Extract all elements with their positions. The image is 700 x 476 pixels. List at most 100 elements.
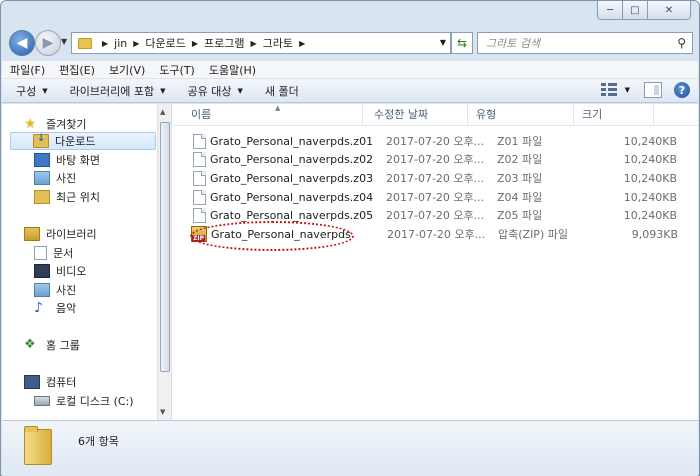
menu-edit[interactable]: 편집(E) (59, 62, 95, 78)
help-icon[interactable]: ? (674, 82, 690, 98)
sidebar-item-label: 사진 (56, 172, 77, 185)
include-in-library-button[interactable]: 라이브러리에 포함 ▼ (70, 83, 166, 99)
table-row[interactable]: Grato_Personal_naverpds.z02 2017-07-20 오… (173, 150, 698, 168)
minimize-button[interactable]: ─ (597, 1, 623, 20)
breadcrumb-item[interactable]: 프로그램 (204, 35, 244, 51)
search-input[interactable]: 그라토 검색 ⚲ (477, 32, 693, 54)
sidebar-item-recent-places[interactable]: 최근 위치 (34, 188, 100, 206)
view-options-dropdown-icon[interactable]: ▼ (625, 86, 630, 94)
column-header-label: 유형 (476, 108, 497, 121)
file-size: 10,240KB (623, 208, 677, 222)
table-row[interactable]: Grato_Personal_naverpds.z03 2017-07-20 오… (173, 169, 698, 187)
forward-button[interactable]: ▶ (35, 30, 61, 56)
chevron-right-icon[interactable]: ▶ (133, 39, 139, 48)
sidebar-item-documents[interactable]: 문서 (34, 244, 73, 262)
breadcrumb-item[interactable]: jin (114, 37, 127, 50)
sidebar-item-label: 바탕 화면 (56, 154, 100, 167)
folder-icon (24, 426, 52, 465)
back-button[interactable]: ◀ (9, 30, 35, 56)
sidebar-item-homegroup[interactable]: ❖ 홈 그룹 (24, 336, 80, 354)
share-with-label: 공유 대상 (187, 84, 232, 98)
scroll-up-icon[interactable]: ▲ (160, 108, 165, 116)
column-header-modified[interactable]: 수정한 날짜 (363, 104, 468, 126)
sidebar-item-computer[interactable]: 컴퓨터 (24, 373, 76, 391)
sidebar-item-libraries[interactable]: 라이브러리 (24, 225, 97, 243)
organize-button[interactable]: 구성 ▼ (16, 83, 48, 99)
refresh-button[interactable]: ⇆ (451, 32, 473, 54)
menu-file[interactable]: 파일(F) (10, 62, 45, 78)
menu-bar: 파일(F) 편집(E) 보기(V) 도구(T) 도움말(H) (2, 61, 698, 79)
details-pane: 6개 항목 (2, 420, 698, 476)
chevron-right-icon[interactable]: ▶ (102, 39, 108, 48)
menu-view[interactable]: 보기(V) (109, 62, 145, 78)
recent-pages-dropdown[interactable]: ▼ (61, 37, 67, 46)
menu-tools[interactable]: 도구(T) (159, 62, 195, 78)
sidebar-item-label: 컴퓨터 (46, 376, 77, 389)
file-modified: 2017-07-20 오후... (387, 228, 486, 241)
sidebar-item-desktop[interactable]: 바탕 화면 (34, 151, 100, 169)
highlight-annotation (190, 221, 354, 251)
breadcrumb-item[interactable]: 그라토 (263, 35, 293, 51)
share-with-button[interactable]: 공유 대상 ▼ (188, 83, 243, 99)
close-button[interactable]: ✕ (648, 1, 691, 20)
new-folder-label: 새 폴더 (264, 84, 299, 98)
computer-icon (24, 375, 40, 389)
search-placeholder: 그라토 검색 (486, 37, 541, 50)
column-headers: ▲ 이름 수정한 날짜 유형 크기 (173, 104, 698, 126)
item-count: 6개 항목 (78, 435, 119, 448)
navigation-pane-scrollbar[interactable]: ▲ ▼ (157, 104, 171, 420)
sidebar-item-label: 로컬 디스크 (C:) (56, 395, 134, 408)
sidebar-item-local-disk[interactable]: 로컬 디스크 (C:) (34, 392, 134, 410)
organize-label: 구성 (16, 84, 37, 98)
column-header-name[interactable]: ▲ 이름 (173, 104, 363, 126)
breadcrumb: ▶ jin ▶ 다운로드 ▶ 프로그램 ▶ 그라토 ▶ (96, 35, 311, 51)
details-view-icon[interactable] (600, 83, 619, 97)
search-icon[interactable]: ⚲ (677, 36, 686, 50)
back-arrow-icon: ◀ (16, 35, 28, 51)
sidebar-item-label: 음악 (56, 302, 77, 315)
file-list-pane: ▲ 이름 수정한 날짜 유형 크기 Grato_Personal_naverpd… (173, 104, 698, 420)
sidebar-item-music[interactable]: ♪ 음악 (34, 299, 76, 317)
chevron-right-icon[interactable]: ▶ (192, 39, 198, 48)
navigation-pane: ★ 즐겨찾기 다운로드 바탕 화면 사진 최근 위치 라이브러리 (2, 104, 172, 420)
file-modified: 2017-07-20 오후... (386, 135, 485, 148)
preview-pane-icon[interactable] (644, 82, 662, 98)
column-header-size[interactable]: 크기 (574, 104, 654, 126)
file-type: Z02 파일 (497, 153, 543, 166)
scrollbar-thumb[interactable] (160, 122, 170, 372)
homegroup-icon: ❖ (24, 337, 36, 352)
sidebar-item-videos[interactable]: 비디오 (34, 262, 86, 280)
sidebar-item-pictures[interactable]: 사진 (34, 169, 76, 187)
file-name: Grato_Personal_naverpds.z05 (210, 208, 374, 222)
column-header-type[interactable]: 유형 (468, 104, 574, 126)
new-folder-button[interactable]: 새 폴더 (265, 83, 299, 99)
maximize-button[interactable]: □ (623, 1, 648, 20)
address-bar[interactable]: ▶ jin ▶ 다운로드 ▶ 프로그램 ▶ 그라토 ▶ ▼ (71, 32, 451, 54)
command-toolbar: 구성 ▼ 라이브러리에 포함 ▼ 공유 대상 ▼ 새 폴더 ▼ ? (2, 79, 698, 103)
include-library-label: 라이브러리에 포함 (69, 84, 155, 98)
address-dropdown-icon[interactable]: ▼ (440, 38, 446, 47)
menu-help[interactable]: 도움말(H) (209, 62, 256, 78)
recent-places-icon (34, 190, 50, 204)
scroll-down-icon[interactable]: ▼ (160, 408, 165, 416)
chevron-right-icon[interactable]: ▶ (251, 39, 257, 48)
sidebar-item-label: 비디오 (56, 265, 87, 278)
table-row[interactable]: Grato_Personal_naverpds.z01 2017-07-20 오… (173, 132, 698, 150)
sidebar-item-downloads[interactable]: 다운로드 (10, 132, 156, 150)
file-modified: 2017-07-20 오후... (386, 191, 485, 204)
sort-ascending-icon: ▲ (275, 104, 281, 112)
sidebar-item-library-pictures[interactable]: 사진 (34, 281, 76, 299)
sidebar-item-favorites[interactable]: ★ 즐겨찾기 (24, 115, 86, 133)
chevron-right-icon[interactable]: ▶ (299, 39, 305, 48)
sidebar-item-label: 다운로드 (55, 135, 96, 148)
file-name: Grato_Personal_naverpds.z04 (210, 190, 374, 204)
file-size: 10,240KB (623, 152, 677, 166)
chevron-down-icon: ▼ (42, 86, 48, 95)
sidebar-item-label: 최근 위치 (56, 191, 100, 204)
table-row[interactable]: Grato_Personal_naverpds.z04 2017-07-20 오… (173, 188, 698, 206)
sidebar-item-label: 홈 그룹 (46, 339, 80, 352)
breadcrumb-item[interactable]: 다운로드 (145, 35, 185, 51)
file-size: 10,240KB (623, 171, 677, 185)
sidebar-item-label: 사진 (56, 284, 77, 297)
navigation-row: ◀ ▶ ▼ ▶ jin ▶ 다운로드 ▶ 프로그램 ▶ 그라토 ▶ ▼ ⇆ 그라… (1, 27, 699, 59)
